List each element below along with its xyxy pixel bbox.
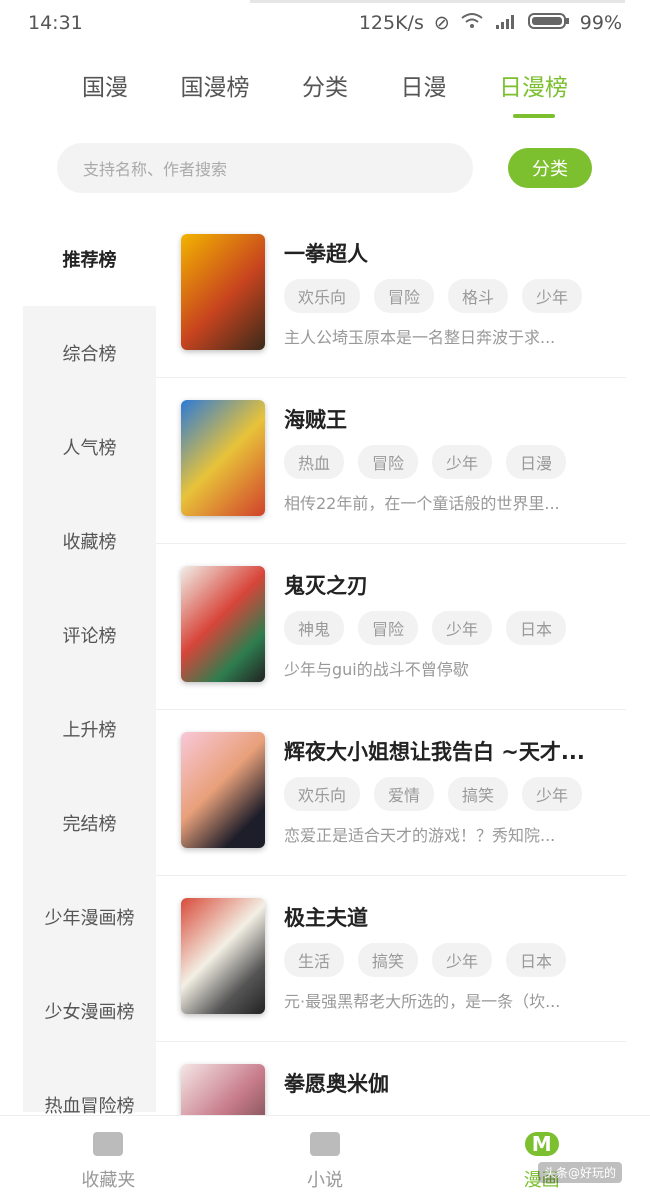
comic-title: 一拳超人 bbox=[284, 242, 368, 266]
nav-novel[interactable]: 小说 bbox=[217, 1116, 434, 1192]
cover-image bbox=[181, 732, 265, 848]
nav-label: 收藏夹 bbox=[81, 1170, 136, 1191]
comic-title: 辉夜大小姐想让我告白 ~天才... bbox=[284, 740, 585, 764]
tag: 少年 bbox=[432, 445, 493, 479]
tag: 少年 bbox=[522, 777, 583, 811]
cover-image bbox=[181, 1064, 265, 1117]
cover-image bbox=[181, 898, 265, 1014]
cover-image bbox=[181, 234, 265, 350]
tab-guoman[interactable]: 国漫 bbox=[70, 62, 140, 108]
tag-list: 生活 搞笑 少年 日本 bbox=[284, 943, 567, 977]
nav-favorites[interactable]: 收藏夹 bbox=[0, 1116, 217, 1192]
tab-guoman-rank[interactable]: 国漫榜 bbox=[169, 62, 262, 108]
status-time: 14:31 bbox=[28, 12, 83, 34]
tab-category[interactable]: 分类 bbox=[290, 62, 360, 108]
tag: 少年 bbox=[432, 943, 493, 977]
sidebar-item-rising[interactable]: 上升榜 bbox=[23, 682, 156, 776]
list-item[interactable]: 海贼王 热血 冒险 少年 日漫 相传22年前，在一个童话般的世界里... bbox=[156, 378, 626, 544]
do-not-disturb-icon: ⊘ bbox=[433, 12, 450, 34]
tab-riman[interactable]: 日漫 bbox=[389, 62, 459, 108]
sidebar-item-shojo[interactable]: 少女漫画榜 bbox=[23, 964, 156, 1058]
comic-title: 海贼王 bbox=[284, 408, 347, 432]
tab-riman-rank[interactable]: 日漫榜 bbox=[487, 62, 580, 108]
comic-title: 极主夫道 bbox=[284, 906, 368, 930]
signal-icon bbox=[494, 12, 518, 34]
tag: 日漫 bbox=[506, 445, 567, 479]
sidebar-item-comments[interactable]: 评论榜 bbox=[23, 588, 156, 682]
sidebar-item-popular[interactable]: 人气榜 bbox=[23, 400, 156, 494]
comic-list: 一拳超人 欢乐向 冒险 格斗 少年 主人公埼玉原本是一名整日奔波于求... 海贼… bbox=[156, 212, 626, 1117]
list-item[interactable]: 辉夜大小姐想让我告白 ~天才... 欢乐向 爱情 搞笑 少年 恋爱正是适合天才的… bbox=[156, 710, 626, 876]
sidebar-item-shonen[interactable]: 少年漫画榜 bbox=[23, 870, 156, 964]
tag-list: 欢乐向 冒险 格斗 少年 bbox=[284, 279, 583, 313]
tag: 日本 bbox=[506, 943, 567, 977]
wifi-icon bbox=[460, 12, 484, 35]
tag: 搞笑 bbox=[358, 943, 419, 977]
tag: 少年 bbox=[522, 279, 583, 313]
cover-image bbox=[181, 400, 265, 516]
comic-description: 恋爱正是适合天才的游戏！？秀知院... bbox=[284, 826, 556, 845]
sidebar-item-favorites[interactable]: 收藏榜 bbox=[23, 494, 156, 588]
tag: 欢乐向 bbox=[284, 279, 361, 313]
category-button[interactable]: 分类 bbox=[508, 148, 592, 188]
comic-title: 鬼灭之刃 bbox=[284, 574, 368, 598]
nav-label: 小说 bbox=[307, 1170, 343, 1191]
tag: 搞笑 bbox=[448, 777, 509, 811]
network-speed: 125K/s bbox=[358, 12, 424, 34]
status-bar: 14:31 125K/s ⊘ 99% bbox=[0, 0, 650, 46]
tag: 格斗 bbox=[448, 279, 509, 313]
comic-title: 拳愿奥米伽 bbox=[284, 1072, 389, 1096]
book-icon bbox=[310, 1132, 340, 1156]
sidebar-item-overall[interactable]: 综合榜 bbox=[23, 306, 156, 400]
folder-icon bbox=[93, 1132, 124, 1156]
tag: 冒险 bbox=[358, 445, 419, 479]
search-input[interactable]: 支持名称、作者搜索 bbox=[57, 143, 473, 193]
comic-description: 相传22年前，在一个童话般的世界里... bbox=[284, 494, 560, 513]
tag: 欢乐向 bbox=[284, 777, 361, 811]
comic-description: 少年与gui的战斗不曾停歇 bbox=[284, 660, 469, 679]
tag: 少年 bbox=[432, 611, 493, 645]
comic-description: 主人公埼玉原本是一名整日奔波于求... bbox=[284, 328, 556, 347]
status-right: 125K/s ⊘ 99% bbox=[359, 12, 622, 35]
tag: 爱情 bbox=[374, 777, 435, 811]
battery-level: 99% bbox=[579, 12, 622, 34]
list-item[interactable]: 拳愿奥米伽 bbox=[156, 1042, 626, 1117]
watermark: 头条@好玩的 bbox=[537, 1162, 622, 1183]
sidebar-item-finished[interactable]: 完结榜 bbox=[23, 776, 156, 870]
tag: 神鬼 bbox=[284, 611, 345, 645]
list-item[interactable]: 极主夫道 生活 搞笑 少年 日本 元·最强黑帮老大所选的，是一条（坎... bbox=[156, 876, 626, 1042]
m-badge-icon: M bbox=[524, 1132, 559, 1156]
top-tabs: 国漫 国漫榜 分类 日漫 日漫榜 bbox=[70, 62, 580, 108]
cover-image bbox=[181, 566, 265, 682]
tag: 冒险 bbox=[374, 279, 435, 313]
tag: 生活 bbox=[284, 943, 345, 977]
tag-list: 热血 冒险 少年 日漫 bbox=[284, 445, 567, 479]
list-item[interactable]: 鬼灭之刃 神鬼 冒险 少年 日本 少年与gui的战斗不曾停歇 bbox=[156, 544, 626, 710]
ranking-sidebar: 推荐榜 综合榜 人气榜 收藏榜 评论榜 上升榜 完结榜 少年漫画榜 少女漫画榜 … bbox=[23, 212, 156, 1117]
tag: 冒险 bbox=[358, 611, 419, 645]
battery-icon bbox=[527, 12, 570, 35]
comic-description: 元·最强黑帮老大所选的，是一条（坎... bbox=[284, 992, 561, 1011]
list-item[interactable]: 一拳超人 欢乐向 冒险 格斗 少年 主人公埼玉原本是一名整日奔波于求... bbox=[156, 212, 626, 378]
tag-list: 神鬼 冒险 少年 日本 bbox=[284, 611, 567, 645]
sidebar-item-recommend[interactable]: 推荐榜 bbox=[23, 212, 156, 306]
tag: 日本 bbox=[506, 611, 567, 645]
tag-list: 欢乐向 爱情 搞笑 少年 bbox=[284, 777, 583, 811]
tag: 热血 bbox=[284, 445, 345, 479]
